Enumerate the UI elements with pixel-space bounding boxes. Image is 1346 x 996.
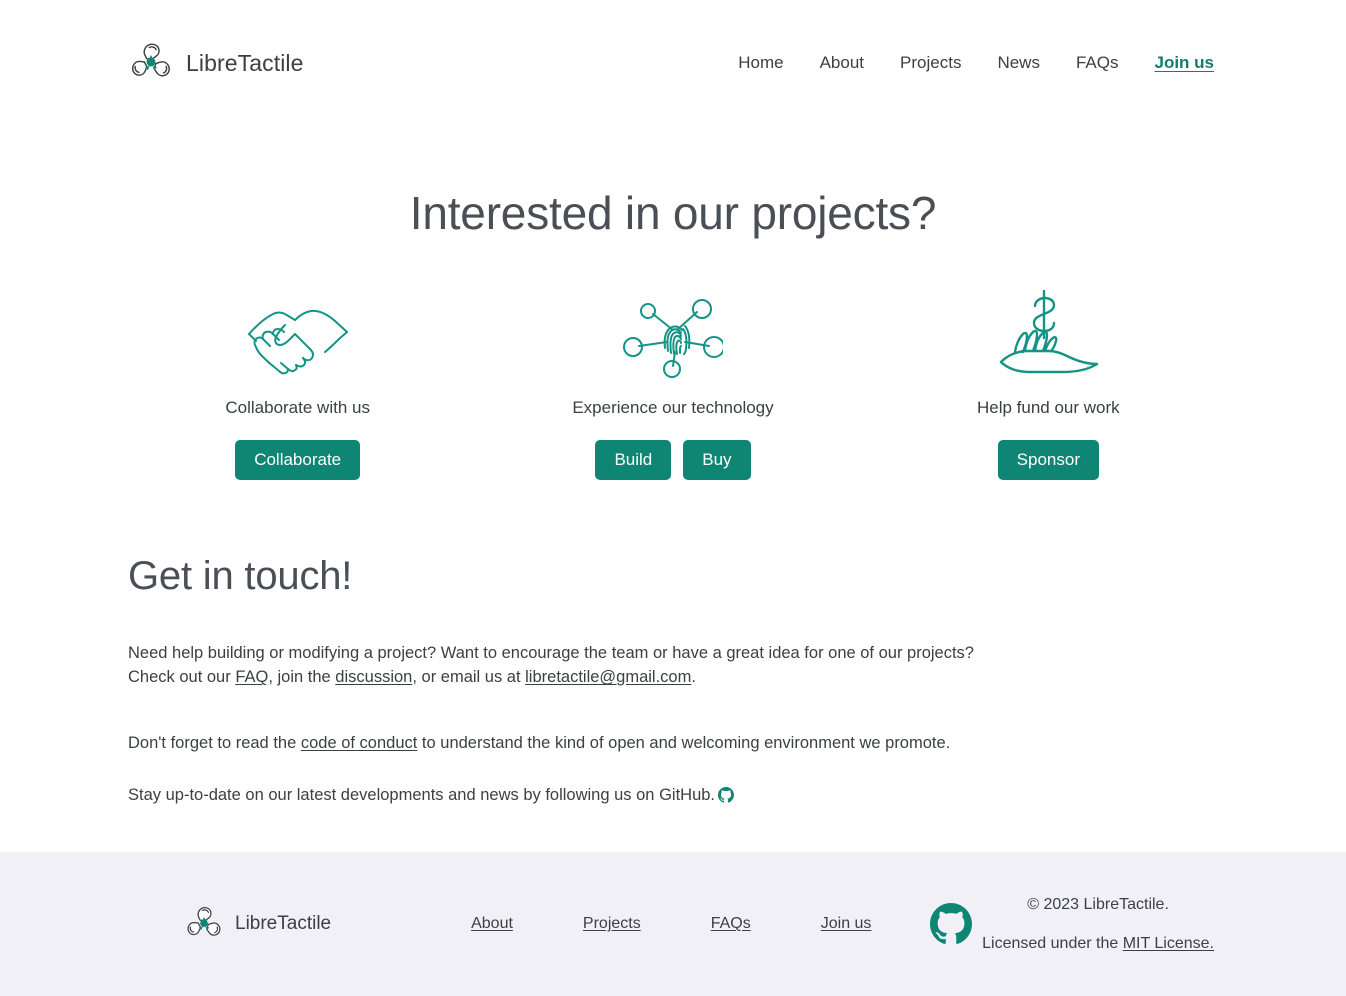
- libretactile-triple-hand-logo-icon: [184, 904, 224, 944]
- cta-card-technology: Experience our technology Build Buy: [485, 292, 860, 481]
- license-prefix: Licensed under the: [982, 934, 1123, 952]
- contact-text-4: .: [691, 668, 696, 687]
- email-link[interactable]: libretactile@gmail.com: [525, 668, 691, 686]
- footer-legal: © 2023 LibreTactile. Licensed under the …: [982, 895, 1214, 952]
- build-button[interactable]: Build: [595, 440, 672, 481]
- sponsor-button[interactable]: Sponsor: [997, 440, 1099, 481]
- site-footer: LibreTactile About Projects FAQs Join us…: [0, 852, 1346, 996]
- faq-link[interactable]: FAQ: [235, 668, 268, 686]
- github-icon[interactable]: [718, 786, 735, 810]
- main-navigation: Home About Projects News FAQs Join us: [720, 49, 1214, 77]
- nav-item-about[interactable]: About: [802, 49, 882, 77]
- cta-card-label: Help fund our work: [976, 398, 1120, 417]
- mit-license-link[interactable]: MIT License.: [1123, 935, 1214, 952]
- cta-card-label: Collaborate with us: [225, 398, 370, 417]
- nav-item-projects[interactable]: Projects: [882, 49, 979, 77]
- footer-nav-faqs[interactable]: FAQs: [676, 915, 786, 933]
- cta-card-collaborate: Collaborate with us Collaborate: [110, 292, 485, 481]
- collaborate-button[interactable]: Collaborate: [235, 440, 361, 481]
- cta-card-actions: Collaborate: [235, 440, 361, 481]
- footer-nav-projects[interactable]: Projects: [548, 915, 676, 933]
- page-title: Interested in our projects?: [409, 187, 937, 239]
- contact-text-2: , join the: [268, 668, 336, 687]
- site-header: LibreTactile Home About Projects News FA…: [0, 0, 1346, 126]
- footer-brand-name: LibreTactile: [235, 913, 332, 934]
- libretactile-triple-hand-logo-icon: [128, 40, 174, 86]
- nav-item-faqs[interactable]: FAQs: [1058, 49, 1137, 77]
- brand-home-link[interactable]: LibreTactile: [128, 40, 304, 86]
- code-of-conduct-link[interactable]: code of conduct: [301, 734, 418, 752]
- github-follow-text: Stay up-to-date on our latest developmen…: [128, 786, 716, 805]
- cta-card-fund: Help fund our work Sponsor: [861, 290, 1236, 481]
- copyright-text: © 2023 LibreTactile.: [1027, 895, 1169, 913]
- footer-navigation: About Projects FAQs Join us: [436, 915, 906, 933]
- nav-item-join-us[interactable]: Join us: [1136, 49, 1214, 77]
- discussion-link[interactable]: discussion: [335, 668, 412, 686]
- buy-button[interactable]: Buy: [683, 440, 751, 481]
- fingerprint-network-icon: [622, 292, 723, 384]
- brand-name: LibreTactile: [186, 49, 304, 76]
- footer-brand-link[interactable]: LibreTactile: [184, 904, 331, 944]
- contact-paragraph: Need help building or modifying a projec…: [128, 641, 996, 689]
- dollar-hand-icon: [993, 290, 1103, 384]
- cta-card-row: Collaborate with us Collaborate Experien…: [0, 290, 1346, 481]
- github-follow-paragraph: Stay up-to-date on our latest developmen…: [128, 783, 996, 810]
- section-title-get-in-touch: Get in touch!: [128, 554, 353, 599]
- footer-nav-about[interactable]: About: [436, 915, 548, 933]
- contact-text-3: , or email us at: [412, 668, 526, 687]
- cta-card-label: Experience our technology: [572, 398, 774, 417]
- cta-card-actions: Sponsor: [997, 440, 1099, 481]
- get-in-touch-section: Get in touch! Need help building or modi…: [0, 554, 1346, 810]
- coc-text-2: to understand the kind of open and welco…: [417, 734, 951, 753]
- nav-item-home[interactable]: Home: [720, 49, 801, 77]
- handshake-icon: [243, 292, 353, 384]
- cta-card-actions: Build Buy: [595, 440, 751, 481]
- nav-item-news[interactable]: News: [979, 49, 1058, 77]
- footer-nav-join-us[interactable]: Join us: [786, 915, 907, 933]
- github-icon[interactable]: [930, 903, 973, 945]
- license-line: Licensed under the MIT License.: [982, 934, 1214, 952]
- coc-text-1: Don't forget to read the: [128, 734, 301, 753]
- code-of-conduct-paragraph: Don't forget to read the code of conduct…: [128, 731, 996, 755]
